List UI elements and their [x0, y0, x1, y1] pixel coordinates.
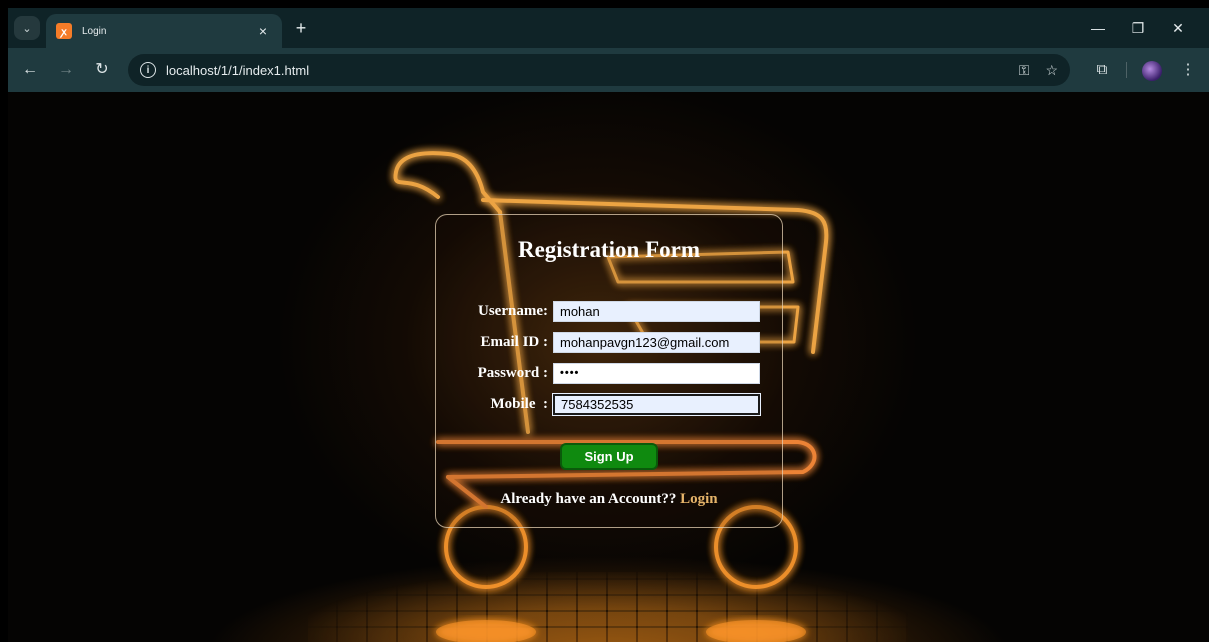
- tab-search-icon[interactable]: ⌄: [14, 16, 40, 40]
- form-title: Registration Form: [517, 237, 701, 262]
- restore-icon[interactable]: ❐: [1118, 16, 1158, 40]
- back-icon[interactable]: ←: [18, 58, 42, 82]
- login-prompt: Already have an Account?? Login: [436, 491, 782, 508]
- browser-window: ⌄ ꭗ Login × + — ❐ ✕ ← → ↻ i localhost/1/…: [8, 8, 1209, 642]
- password-row: Password : ••••: [436, 363, 782, 385]
- new-tab-button[interactable]: +: [290, 18, 312, 38]
- tab-bar: ⌄ ꭗ Login × + — ❐ ✕: [8, 8, 1209, 48]
- browser-toolbar: ← → ↻ i localhost/1/1/index1.html ⚿ ☆ ⧉ …: [8, 48, 1209, 92]
- xampp-icon: ꭗ: [56, 23, 72, 39]
- password-input[interactable]: ••••: [553, 363, 760, 384]
- extensions-icon[interactable]: ⧉: [1090, 58, 1114, 82]
- username-label: Username:: [478, 303, 548, 319]
- mobile-input[interactable]: 7584352535: [552, 393, 761, 416]
- address-bar[interactable]: i localhost/1/1/index1.html ⚿ ☆: [128, 54, 1070, 86]
- site-info-icon[interactable]: i: [140, 62, 156, 78]
- mobile-row: Mobile : 7584352535: [436, 393, 782, 416]
- username-input[interactable]: mohan: [553, 301, 760, 322]
- close-window-icon[interactable]: ✕: [1158, 16, 1198, 40]
- tab-title: Login: [82, 25, 107, 37]
- account-prompt-text: Already have an Account??: [500, 491, 677, 507]
- username-row: Username: mohan: [436, 301, 782, 323]
- minimize-icon[interactable]: —: [1078, 16, 1118, 40]
- close-tab-icon[interactable]: ×: [254, 23, 272, 39]
- password-label: Password :: [477, 365, 548, 381]
- profile-avatar[interactable]: [1142, 61, 1162, 81]
- bookmark-star-icon[interactable]: ☆: [1045, 62, 1058, 79]
- email-row: Email ID : mohanpavgn123@gmail.com: [436, 332, 782, 354]
- password-key-icon[interactable]: ⚿: [1019, 62, 1030, 79]
- forward-icon[interactable]: →: [54, 58, 78, 82]
- tab-login[interactable]: ꭗ Login ×: [46, 14, 282, 48]
- login-link[interactable]: Login: [680, 491, 718, 507]
- email-input[interactable]: mohanpavgn123@gmail.com: [553, 332, 760, 353]
- menu-kebab-icon[interactable]: ⋮: [1176, 58, 1200, 82]
- page-viewport: Registration Form Username: mohan Email …: [8, 92, 1209, 642]
- sign-up-button[interactable]: Sign Up: [560, 443, 658, 470]
- registration-card: Registration Form Username: mohan Email …: [435, 214, 783, 528]
- url-text[interactable]: localhost/1/1/index1.html: [166, 63, 1003, 78]
- mobile-label: Mobile :: [490, 396, 549, 412]
- email-label: Email ID :: [480, 334, 549, 350]
- toolbar-separator: [1126, 62, 1127, 78]
- reload-icon[interactable]: ↻: [90, 58, 114, 82]
